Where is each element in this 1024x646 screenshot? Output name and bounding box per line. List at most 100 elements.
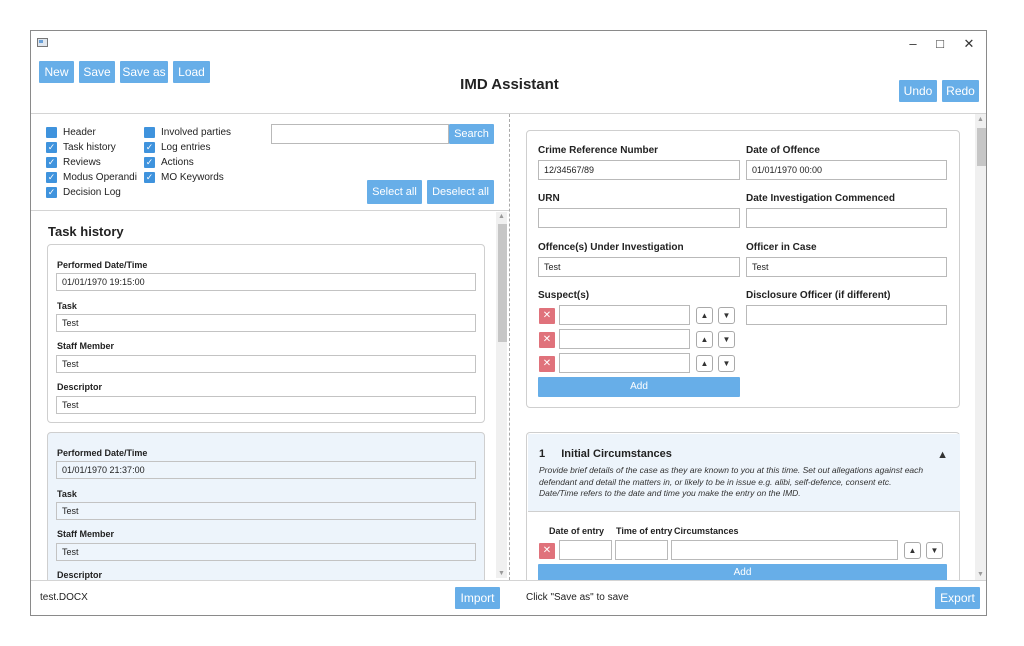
add-suspect-button[interactable]: Add: [538, 377, 740, 397]
suspect-field[interactable]: [559, 329, 690, 349]
circumstances-header[interactable]: 1 Initial Circumstances Provide brief de…: [528, 434, 960, 512]
circumstances-header-col: Circumstances: [674, 526, 739, 536]
case-details-card: Crime Reference Number 12/34567/89 Date …: [526, 130, 960, 408]
status-text: Click "Save as" to save: [526, 592, 629, 603]
checkbox-checked-icon: ✓: [46, 187, 57, 198]
date-commenced-label: Date Investigation Commenced: [746, 193, 895, 204]
loaded-filename: test.DOCX: [40, 592, 88, 603]
right-scrollbar[interactable]: ▲ ▼: [975, 114, 986, 580]
move-up-button[interactable]: ▲: [696, 331, 713, 348]
suspect-field[interactable]: [559, 353, 690, 373]
scroll-down-icon[interactable]: ▼: [975, 571, 986, 578]
app-window: – □ ✕ New Save Save as Load IMD Assistan…: [30, 30, 987, 616]
checkbox-checked-icon: ✓: [46, 157, 57, 168]
descriptor-field[interactable]: Test: [56, 396, 476, 414]
suspects-label: Suspect(s): [538, 290, 590, 301]
scroll-up-icon[interactable]: ▲: [975, 116, 986, 123]
checkbox-checked-icon: ✓: [46, 172, 57, 183]
date-of-entry-field[interactable]: [559, 540, 612, 560]
delete-suspect-button[interactable]: ✕: [539, 308, 555, 324]
task-history-card: Performed Date/Time 01/01/1970 19:15:00 …: [47, 244, 485, 423]
checkbox-unchecked-icon: [144, 127, 155, 138]
initial-circumstances-card: 1 Initial Circumstances Provide brief de…: [526, 432, 960, 581]
circumstances-title: 1 Initial Circumstances: [539, 448, 672, 460]
descriptor-label: Descriptor: [57, 570, 103, 580]
redo-button[interactable]: Redo: [942, 80, 979, 102]
delete-entry-button[interactable]: ✕: [539, 543, 555, 559]
undo-button[interactable]: Undo: [899, 80, 937, 102]
time-of-entry-field[interactable]: [615, 540, 668, 560]
checkbox-checked-icon: ✓: [144, 142, 155, 153]
delete-suspect-button[interactable]: ✕: [539, 332, 555, 348]
close-window-button[interactable]: ✕: [955, 33, 983, 55]
move-down-button[interactable]: ▼: [718, 307, 735, 324]
maximize-button[interactable]: □: [926, 33, 954, 55]
right-scrollbar-thumb[interactable]: [977, 128, 986, 166]
disclosure-officer-label: Disclosure Officer (if different): [746, 290, 891, 301]
task-history-scroll-area: Performed Date/Time 01/01/1970 19:15:00 …: [31, 211, 497, 580]
circumstances-number: 1: [539, 448, 546, 460]
offences-label: Offence(s) Under Investigation: [538, 242, 684, 253]
select-all-button[interactable]: Select all: [367, 180, 422, 204]
move-down-button[interactable]: ▼: [718, 331, 735, 348]
urn-label: URN: [538, 193, 560, 204]
app-window-icon: [37, 38, 48, 47]
scroll-down-icon[interactable]: ▼: [496, 570, 507, 577]
checkbox-checked-icon: ✓: [144, 157, 155, 168]
officer-in-case-field[interactable]: Test: [746, 257, 947, 277]
checkbox-checked-icon: ✓: [46, 142, 57, 153]
crime-reference-label: Crime Reference Number: [538, 145, 659, 156]
date-of-offence-field[interactable]: 01/01/1970 00:00: [746, 160, 947, 180]
checkbox-checked-icon: ✓: [144, 172, 155, 183]
title-bar: – □ ✕: [31, 31, 986, 59]
app-title: IMD Assistant: [460, 76, 559, 93]
time-of-entry-header: Time of entry: [616, 526, 673, 536]
circumstances-description: Provide brief details of the case as the…: [539, 465, 924, 498]
left-scrollbar-thumb[interactable]: [498, 224, 507, 342]
deselect-all-button[interactable]: Deselect all: [427, 180, 494, 204]
descriptor-label: Descriptor: [57, 382, 103, 392]
move-up-button[interactable]: ▲: [904, 542, 921, 559]
circumstances-title-text: Initial Circumstances: [561, 448, 672, 460]
disclosure-officer-field[interactable]: [746, 305, 947, 325]
pane-splitter[interactable]: [509, 114, 510, 580]
checkbox-unchecked-icon: [46, 127, 57, 138]
suspect-field[interactable]: [559, 305, 690, 325]
urn-field[interactable]: [538, 208, 740, 228]
circumstances-field[interactable]: [671, 540, 898, 560]
offences-field[interactable]: Test: [538, 257, 740, 277]
import-button[interactable]: Import: [455, 587, 500, 609]
search-button[interactable]: Search: [449, 124, 494, 144]
task-field[interactable]: Test: [56, 502, 476, 520]
date-of-entry-header: Date of entry: [549, 526, 605, 536]
performed-datetime-label: Performed Date/Time: [57, 260, 148, 270]
add-entry-button[interactable]: Add: [538, 564, 947, 581]
task-field[interactable]: Test: [56, 314, 476, 332]
search-input[interactable]: [271, 124, 449, 144]
task-label: Task: [57, 489, 77, 499]
performed-datetime-field[interactable]: 01/01/1970 21:37:00: [56, 461, 476, 479]
delete-suspect-button[interactable]: ✕: [539, 356, 555, 372]
export-button[interactable]: Export: [935, 587, 980, 609]
date-of-offence-label: Date of Offence: [746, 145, 820, 156]
staff-member-field[interactable]: Test: [56, 355, 476, 373]
crime-reference-field[interactable]: 12/34567/89: [538, 160, 740, 180]
task-label: Task: [57, 301, 77, 311]
staff-member-label: Staff Member: [57, 341, 115, 351]
left-scrollbar[interactable]: ▲ ▼: [496, 212, 507, 578]
move-up-button[interactable]: ▲: [696, 355, 713, 372]
minimize-button[interactable]: –: [899, 33, 927, 55]
footer-divider: [31, 580, 986, 581]
task-history-card: Performed Date/Time 01/01/1970 21:37:00 …: [47, 432, 485, 580]
move-down-button[interactable]: ▼: [926, 542, 943, 559]
performed-datetime-field[interactable]: 01/01/1970 19:15:00: [56, 273, 476, 291]
move-down-button[interactable]: ▼: [718, 355, 735, 372]
move-up-button[interactable]: ▲: [696, 307, 713, 324]
scroll-up-icon[interactable]: ▲: [496, 213, 507, 220]
staff-member-label: Staff Member: [57, 529, 115, 539]
date-commenced-field[interactable]: [746, 208, 947, 228]
performed-datetime-label: Performed Date/Time: [57, 448, 148, 458]
collapse-chevron-icon[interactable]: ▲: [937, 449, 948, 461]
staff-member-field[interactable]: Test: [56, 543, 476, 561]
officer-in-case-label: Officer in Case: [746, 242, 817, 253]
